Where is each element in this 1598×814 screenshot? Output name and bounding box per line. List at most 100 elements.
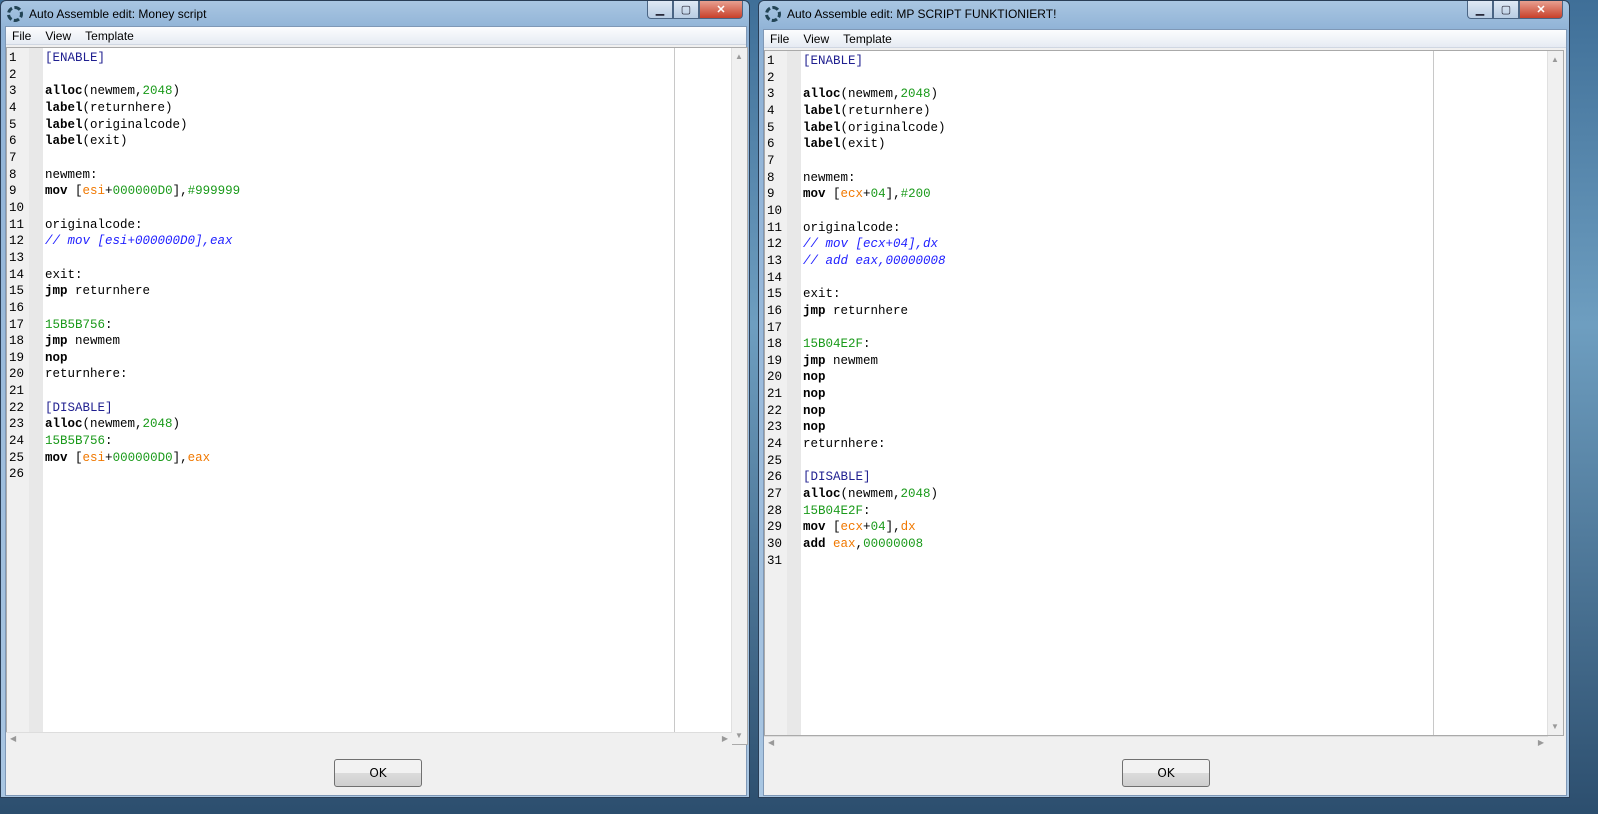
scroll-down-icon[interactable]: ▼: [735, 731, 743, 740]
code-line[interactable]: jmp newmem: [45, 333, 240, 350]
code-line[interactable]: [ENABLE]: [803, 53, 946, 70]
code-token-plain: ,: [855, 537, 864, 552]
code-line[interactable]: alloc(newmem,2048): [45, 83, 240, 100]
scroll-up-icon[interactable]: ▲: [1551, 55, 1559, 64]
code-line[interactable]: nop: [45, 350, 240, 367]
code-text[interactable]: [ENABLE] alloc(newmem,2048) label(returnh…: [45, 50, 240, 483]
code-line[interactable]: alloc(newmem,2048): [803, 486, 946, 503]
code-line[interactable]: // add eax,00000008: [803, 253, 946, 270]
code-line[interactable]: [45, 300, 240, 317]
code-token-plain: (exit): [82, 134, 128, 149]
scroll-left-icon[interactable]: ◀: [10, 734, 16, 743]
code-line[interactable]: [45, 466, 240, 483]
code-text[interactable]: [ENABLE] alloc(newmem,2048) label(returnh…: [803, 53, 946, 569]
code-line[interactable]: jmp returnhere: [803, 303, 946, 320]
code-line[interactable]: [DISABLE]: [803, 469, 946, 486]
code-line[interactable]: originalcode:: [803, 220, 946, 237]
menu-file[interactable]: File: [12, 29, 31, 43]
code-line[interactable]: nop: [803, 369, 946, 386]
line-number: 14: [767, 270, 783, 285]
code-line[interactable]: // mov [esi+000000D0],eax: [45, 233, 240, 250]
code-line[interactable]: 15B5B756:: [45, 317, 240, 334]
code-line[interactable]: [803, 553, 946, 570]
code-line[interactable]: mov [ecx+04],dx: [803, 519, 946, 536]
horizontal-scrollbar[interactable]: ◀ ▶: [6, 732, 732, 745]
code-line[interactable]: mov [esi+000000D0],eax: [45, 450, 240, 467]
code-line[interactable]: [803, 270, 946, 287]
code-token-kw: label: [803, 103, 841, 118]
code-editor[interactable]: 1 2 3 4 5 6 7 8 9 10 11 12 13 14 15 16 17 18 19 20 21 22 23 24 2…: [764, 50, 1564, 736]
maximize-button[interactable]: ▢: [1493, 1, 1519, 19]
line-number: 24: [767, 437, 783, 452]
maximize-button[interactable]: ▢: [673, 1, 699, 19]
code-line[interactable]: label(originalcode): [45, 117, 240, 134]
ok-button[interactable]: OK: [1122, 759, 1210, 787]
scroll-down-icon[interactable]: ▼: [1551, 722, 1559, 731]
code-line[interactable]: exit:: [45, 267, 240, 284]
code-line[interactable]: 15B5B756:: [45, 433, 240, 450]
minimize-button[interactable]: ▁: [647, 1, 673, 19]
code-line[interactable]: mov [esi+000000D0],#999999: [45, 183, 240, 200]
code-line[interactable]: add eax,00000008: [803, 536, 946, 553]
vertical-scrollbar[interactable]: ▲ ▼: [731, 48, 747, 744]
vertical-scrollbar[interactable]: ▲ ▼: [1547, 51, 1563, 735]
scroll-right-icon[interactable]: ▶: [722, 734, 728, 743]
code-line[interactable]: label(returnhere): [803, 103, 946, 120]
horizontal-scrollbar[interactable]: ◀ ▶: [764, 736, 1548, 749]
line-number: 1: [9, 51, 17, 65]
code-line[interactable]: [803, 320, 946, 337]
minimize-button[interactable]: ▁: [1467, 1, 1493, 19]
code-line[interactable]: [45, 67, 240, 84]
code-line[interactable]: label(exit): [45, 133, 240, 150]
code-line[interactable]: 15B04E2F:: [803, 336, 946, 353]
menu-template[interactable]: Template: [843, 32, 892, 46]
code-line[interactable]: [45, 200, 240, 217]
menu-file[interactable]: File: [770, 32, 789, 46]
scroll-right-icon[interactable]: ▶: [1538, 738, 1544, 747]
code-line[interactable]: [45, 150, 240, 167]
code-line[interactable]: [45, 250, 240, 267]
scroll-up-icon[interactable]: ▲: [735, 52, 743, 61]
code-editor[interactable]: 1 2 3 4 5 6 7 8 9 10 11 12 13 14 15 16 17 18 19 20 21 22 23 24 2…: [6, 47, 748, 745]
line-number: 8: [767, 170, 775, 185]
code-line[interactable]: originalcode:: [45, 217, 240, 234]
code-token-num: 00000008: [863, 537, 924, 552]
code-line[interactable]: label(exit): [803, 136, 946, 153]
code-line[interactable]: jmp returnhere: [45, 283, 240, 300]
code-line[interactable]: nop: [803, 419, 946, 436]
code-line[interactable]: [803, 453, 946, 470]
code-line[interactable]: alloc(newmem,2048): [803, 86, 946, 103]
code-line[interactable]: returnhere:: [803, 436, 946, 453]
line-number: 25: [9, 450, 25, 465]
code-line[interactable]: newmem:: [803, 170, 946, 187]
code-line[interactable]: [DISABLE]: [45, 400, 240, 417]
code-line[interactable]: alloc(newmem,2048): [45, 416, 240, 433]
menu-view[interactable]: View: [803, 32, 829, 46]
code-line[interactable]: label(returnhere): [45, 100, 240, 117]
code-token-num: 15B5B756: [45, 434, 106, 449]
code-token-reg: esi: [82, 184, 106, 199]
close-button[interactable]: ✕: [699, 1, 743, 19]
code-line[interactable]: exit:: [803, 286, 946, 303]
code-line[interactable]: label(originalcode): [803, 120, 946, 137]
code-line[interactable]: [ENABLE]: [45, 50, 240, 67]
ok-button[interactable]: OK: [334, 759, 422, 787]
menu-view[interactable]: View: [45, 29, 71, 43]
code-line[interactable]: [45, 383, 240, 400]
scroll-left-icon[interactable]: ◀: [768, 738, 774, 747]
code-line[interactable]: newmem:: [45, 167, 240, 184]
code-line[interactable]: [803, 70, 946, 87]
code-token-num: 15B5B756: [45, 317, 106, 332]
menu-template[interactable]: Template: [85, 29, 134, 43]
code-line[interactable]: jmp newmem: [803, 353, 946, 370]
code-line[interactable]: // mov [ecx+04],dx: [803, 236, 946, 253]
line-number: 17: [9, 317, 25, 332]
code-line[interactable]: mov [ecx+04],#200: [803, 186, 946, 203]
code-line[interactable]: nop: [803, 386, 946, 403]
code-line[interactable]: returnhere:: [45, 366, 240, 383]
code-line[interactable]: nop: [803, 403, 946, 420]
close-button[interactable]: ✕: [1519, 1, 1563, 19]
code-line[interactable]: [803, 203, 946, 220]
code-line[interactable]: 15B04E2F:: [803, 503, 946, 520]
code-line[interactable]: [803, 153, 946, 170]
